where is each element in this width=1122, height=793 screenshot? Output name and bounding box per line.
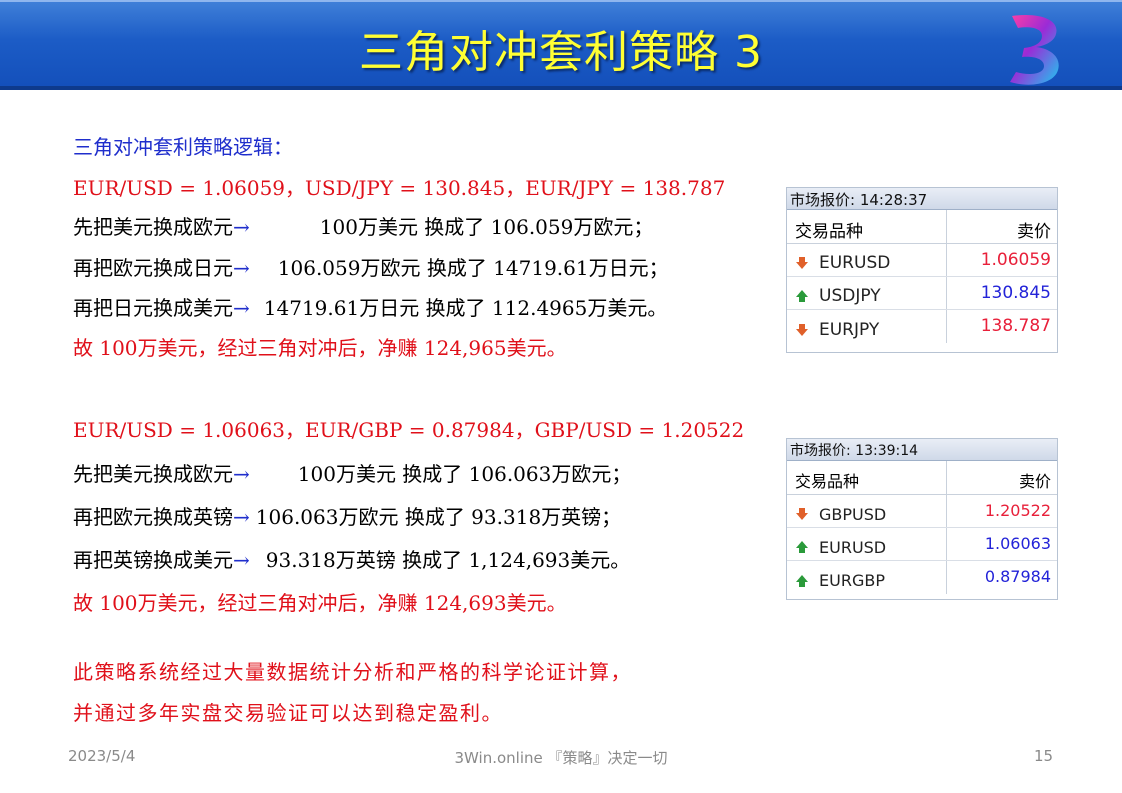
quote-row[interactable]: EURUSD 1.06059	[787, 244, 1057, 277]
column-symbol: 交易品种	[787, 210, 947, 243]
quote-symbol: EURJPY	[819, 319, 880, 340]
quote-symbol: EURUSD	[819, 537, 887, 557]
column-sell-price: 卖价	[1018, 472, 1051, 491]
step-left: 再把英镑换成美元	[73, 548, 233, 572]
arrow-right-icon: →	[233, 462, 250, 486]
title-bar: 三角对冲套利策略 3	[0, 0, 1122, 90]
arrow-up-icon	[796, 574, 808, 587]
quote-symbol: GBPUSD	[819, 504, 887, 524]
step-right: 106.059万欧元 换成了 14719.61万日元；	[277, 256, 669, 280]
step-row: 再把日元换成美元→ 14719.61万日元 换成了 112.4965万美元。	[73, 292, 667, 321]
step-row: 先把美元换成欧元→ 100万美元 换成了 106.059万欧元；	[73, 211, 653, 240]
step-left: 再把欧元换成英镑	[73, 505, 233, 529]
quote-price: 1.06059	[980, 250, 1051, 270]
step-row: 先把美元换成欧元→ 100万美元 换成了 106.063万欧元；	[73, 458, 631, 487]
quote-price: 138.787	[980, 316, 1051, 336]
quote-row[interactable]: EURUSD 1.06063	[787, 528, 1057, 561]
conclusion-2: 故 100万美元，经过三角对冲后，净赚 124,693美元。	[73, 591, 567, 615]
arrow-down-icon	[796, 323, 808, 336]
step-row: 再把欧元换成英镑→ 106.063万欧元 换成了 93.318万英镑；	[73, 501, 621, 530]
step-row: 再把英镑换成美元→ 93.318万英镑 换成了 1,124,693美元。	[73, 544, 630, 573]
market-quote-panel: 市场报价: 13:39:14 交易品种 卖价 GBPUSD 1.20522 EU…	[786, 438, 1058, 600]
step-left: 先把美元换成欧元	[73, 215, 233, 239]
arrow-right-icon: →	[233, 256, 250, 280]
arrow-up-icon	[796, 290, 808, 302]
step-left: 先把美元换成欧元	[73, 462, 233, 486]
arrow-right-icon: →	[233, 215, 250, 239]
panel-header: 市场报价: 13:39:14	[787, 439, 1057, 461]
market-quote-panel: 市场报价: 14:28:37 交易品种 卖价 EURUSD 1.06059 US…	[786, 187, 1058, 353]
step-left: 再把日元换成美元	[73, 296, 233, 320]
step-right: 106.063万欧元 换成了 93.318万英镑；	[255, 505, 622, 529]
quote-row[interactable]: USDJPY 130.845	[787, 277, 1057, 310]
quote-row[interactable]: EURJPY 138.787	[787, 310, 1057, 343]
step-row: 再把欧元换成日元→ 106.059万欧元 换成了 14719.61万日元；	[73, 252, 669, 281]
footer-page-number: 15	[1034, 747, 1054, 765]
arrow-down-icon	[796, 508, 808, 520]
closing-line-1: 此策略系统经过大量数据统计分析和严格的科学论证计算，	[73, 660, 632, 684]
quote-row[interactable]: EURGBP 0.87984	[787, 561, 1057, 594]
step-right: 100万美元 换成了 106.063万欧元；	[297, 462, 632, 486]
rates-line-2: EUR/USD = 1.06063，EUR/GBP = 0.87984，GBP/…	[73, 418, 745, 442]
quote-symbol: USDJPY	[819, 286, 881, 306]
quote-price: 0.87984	[984, 567, 1051, 586]
strategy-logic-heading: 三角对冲套利策略逻辑：	[73, 135, 293, 159]
step-left: 再把欧元换成日元	[73, 256, 233, 280]
quote-row[interactable]: GBPUSD 1.20522	[787, 495, 1057, 528]
slide-title: 三角对冲套利策略 3	[359, 27, 763, 78]
panel-header: 市场报价: 14:28:37	[787, 188, 1057, 210]
step-right: 93.318万英镑 换成了 1,124,693美元。	[265, 548, 631, 572]
arrow-up-icon	[796, 541, 808, 553]
step-right: 100万美元 换成了 106.059万欧元；	[319, 215, 654, 239]
quote-price: 1.06063	[984, 534, 1051, 553]
step-right: 14719.61万日元 换成了 112.4965万美元。	[263, 296, 668, 320]
column-sell-price: 卖价	[1017, 222, 1051, 242]
panel-column-headers: 交易品种 卖价	[787, 210, 1057, 244]
quote-price: 1.20522	[984, 501, 1051, 520]
3win-logo-icon	[1010, 14, 1059, 85]
panel-column-headers: 交易品种 卖价	[787, 461, 1057, 495]
footer-center-text: 3Win.online 『策略』决定一切	[454, 749, 668, 767]
arrow-down-icon	[796, 257, 808, 269]
quote-price: 130.845	[980, 283, 1051, 303]
column-symbol: 交易品种	[787, 461, 947, 494]
rates-line-1: EUR/USD = 1.06059，USD/JPY = 130.845，EUR/…	[73, 176, 726, 200]
arrow-right-icon: →	[233, 505, 250, 529]
closing-line-2: 并通过多年实盘交易验证可以达到稳定盈利。	[73, 701, 503, 725]
arrow-right-icon: →	[233, 296, 250, 320]
arrow-right-icon: →	[233, 548, 250, 572]
quote-symbol: EURUSD	[819, 253, 891, 273]
quote-symbol: EURGBP	[819, 571, 885, 590]
conclusion-1: 故 100万美元，经过三角对冲后，净赚 124,965美元。	[73, 336, 567, 360]
